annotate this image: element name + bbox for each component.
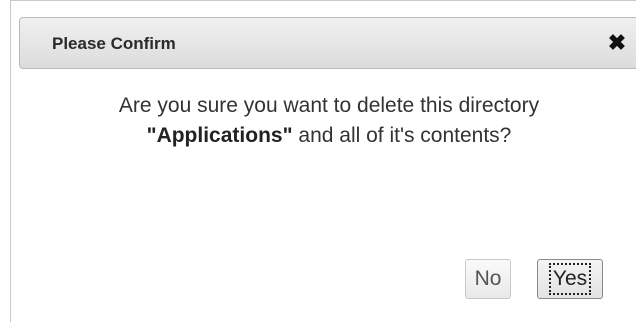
no-button[interactable]: No bbox=[465, 259, 511, 299]
close-icon[interactable]: ✖ bbox=[604, 28, 630, 58]
yes-button-label: Yes bbox=[548, 263, 592, 295]
message-line-2: "Applications" and all of it's contents? bbox=[19, 121, 636, 151]
dialog-titlebar: Please Confirm ✖ bbox=[19, 17, 636, 69]
directory-name: "Applications" bbox=[146, 124, 293, 147]
message-line-1: Are you sure you want to delete this dir… bbox=[118, 94, 540, 117]
yes-button[interactable]: Yes bbox=[537, 259, 603, 299]
message-line-2-rest: and all of it's contents? bbox=[298, 124, 512, 147]
confirm-dialog: Please Confirm ✖ Are you sure you want t… bbox=[10, 0, 636, 322]
dialog-message: Are you sure you want to delete this dir… bbox=[19, 91, 636, 151]
dialog-title: Please Confirm bbox=[52, 34, 176, 53]
